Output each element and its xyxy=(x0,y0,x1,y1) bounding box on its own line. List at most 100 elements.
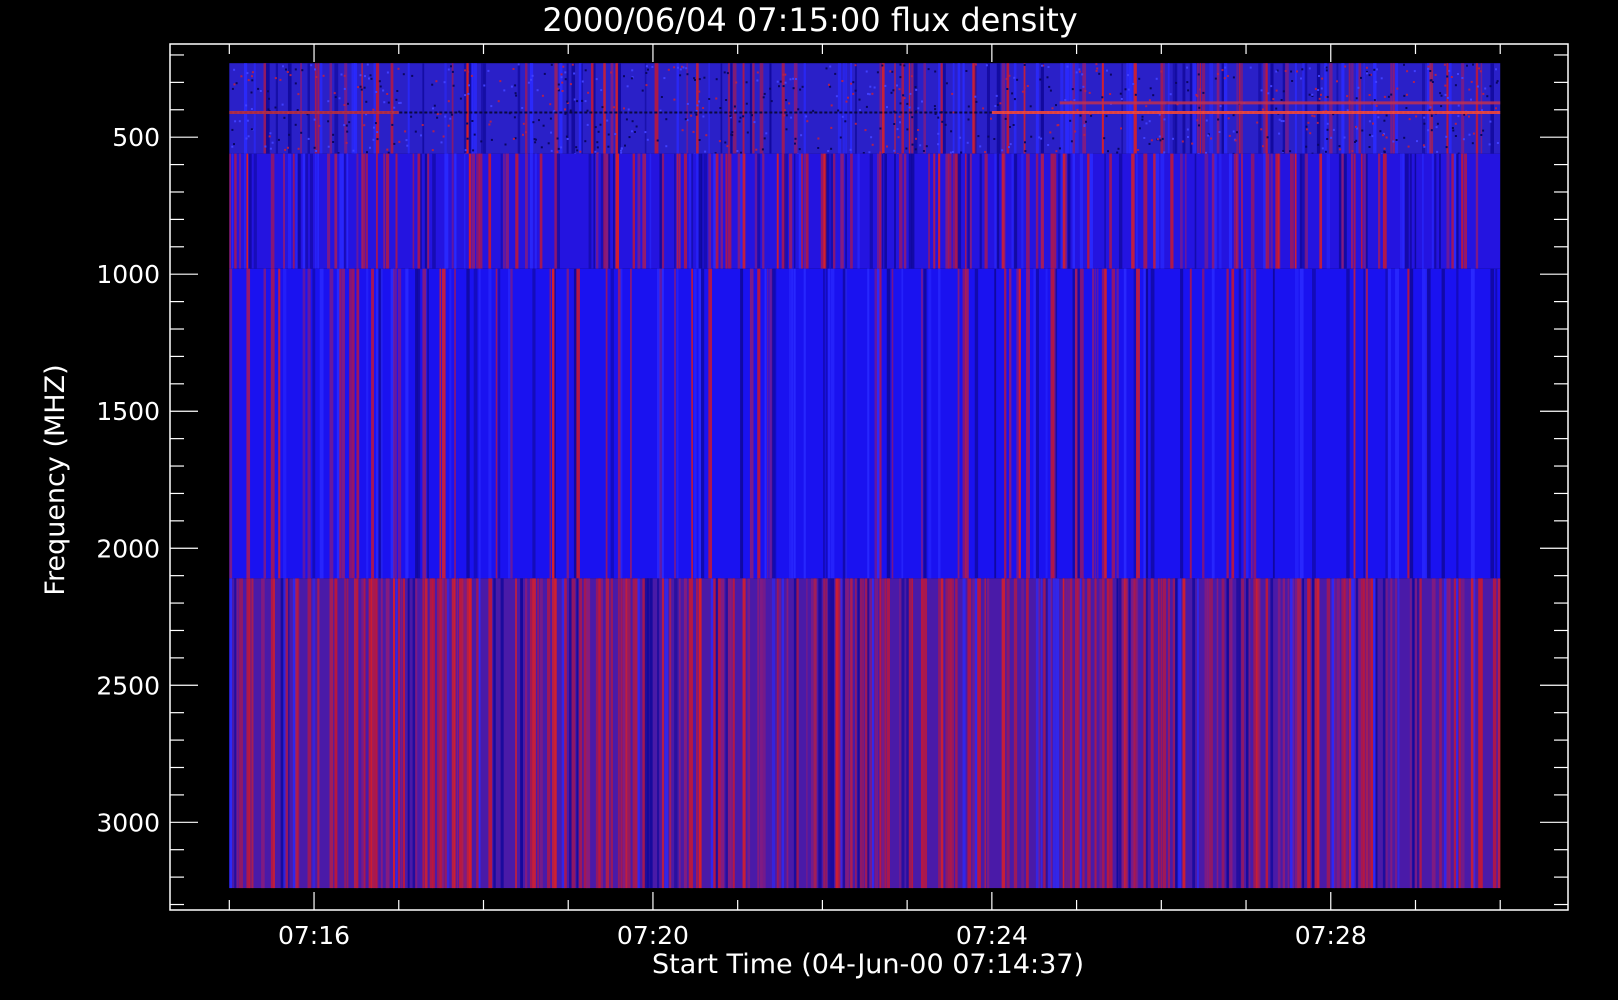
noise-speck xyxy=(399,101,402,104)
time-stripe xyxy=(466,268,470,579)
noise-speck xyxy=(473,133,476,136)
noise-speck xyxy=(279,78,282,81)
noise-speck xyxy=(1195,93,1198,96)
time-stripe xyxy=(617,268,621,579)
time-stripe xyxy=(380,268,383,579)
time-stripe xyxy=(1351,153,1353,269)
time-stripe xyxy=(493,578,496,889)
time-stripe xyxy=(1290,153,1293,269)
time-stripe xyxy=(1439,578,1442,889)
time-stripe xyxy=(1128,578,1131,889)
time-stripe xyxy=(649,578,653,889)
noise-speck xyxy=(1145,122,1148,125)
time-stripe xyxy=(1096,268,1099,579)
noise-speck xyxy=(560,76,563,79)
time-stripe xyxy=(661,153,665,269)
noise-speck xyxy=(332,141,335,143)
time-stripe xyxy=(1390,63,1393,154)
time-stripe xyxy=(351,268,355,579)
time-stripe xyxy=(754,153,758,269)
y-tick-label: 500 xyxy=(112,123,160,152)
noise-speck xyxy=(1368,120,1371,123)
time-stripe xyxy=(962,578,966,889)
time-stripe xyxy=(270,578,274,889)
time-stripe xyxy=(605,268,608,579)
noise-speck xyxy=(686,73,689,76)
noise-speck xyxy=(1445,135,1448,138)
noise-speck xyxy=(1472,132,1475,135)
time-stripe xyxy=(424,578,428,889)
noise-speck xyxy=(898,88,901,91)
noise-speck xyxy=(1489,120,1492,123)
noise-speck xyxy=(925,145,928,148)
time-stripe xyxy=(287,153,292,269)
noise-speck xyxy=(1338,148,1341,151)
time-stripe xyxy=(385,153,390,269)
time-stripe xyxy=(339,268,342,579)
time-stripe xyxy=(473,268,478,579)
noise-speck xyxy=(1196,119,1199,122)
time-stripe xyxy=(845,63,848,154)
noise-speck xyxy=(1489,85,1492,88)
noise-speck xyxy=(557,147,560,150)
noise-speck xyxy=(1075,71,1078,74)
time-stripe xyxy=(422,63,425,154)
time-stripe xyxy=(1334,578,1336,889)
noise-speck xyxy=(411,74,414,77)
noise-speck xyxy=(1308,93,1311,96)
noise-speck xyxy=(359,85,362,88)
noise-speck xyxy=(1423,122,1426,125)
time-stripe xyxy=(402,578,405,889)
time-stripe xyxy=(1341,63,1345,154)
noise-speck xyxy=(1446,75,1449,78)
time-stripe xyxy=(842,63,845,154)
time-stripe xyxy=(715,153,719,269)
noise-speck xyxy=(1107,150,1109,153)
time-stripe xyxy=(803,268,806,579)
time-stripe xyxy=(356,578,359,889)
noise-speck xyxy=(1403,136,1406,139)
noise-speck xyxy=(1338,145,1341,148)
time-stripe xyxy=(774,268,777,579)
time-stripe xyxy=(608,153,611,269)
noise-speck xyxy=(1038,136,1041,139)
noise-speck xyxy=(1387,95,1390,98)
time-stripe xyxy=(251,578,254,889)
time-stripe xyxy=(1243,268,1246,579)
time-stripe xyxy=(1312,578,1315,889)
time-stripe xyxy=(329,268,334,579)
noise-speck xyxy=(1406,70,1409,73)
noise-speck xyxy=(1029,105,1032,108)
time-stripe xyxy=(876,268,880,579)
time-stripe xyxy=(1238,63,1241,154)
noise-speck xyxy=(378,80,381,83)
time-stripe xyxy=(901,578,905,889)
time-stripe xyxy=(1422,153,1424,269)
noise-speck xyxy=(538,119,540,122)
noise-speck xyxy=(414,130,417,133)
noise-speck xyxy=(974,95,977,98)
noise-speck xyxy=(739,116,742,119)
time-stripe xyxy=(1065,578,1068,889)
time-stripe xyxy=(375,268,379,579)
time-stripe xyxy=(1395,578,1397,889)
noise-speck xyxy=(432,130,435,133)
noise-speck xyxy=(514,84,517,87)
noise-speck xyxy=(1202,91,1205,94)
noise-speck xyxy=(834,72,837,75)
noise-speck xyxy=(1284,70,1287,72)
noise-speck xyxy=(343,124,346,127)
noise-speck xyxy=(917,129,920,131)
noise-speck xyxy=(746,131,749,134)
noise-speck xyxy=(1355,139,1358,142)
time-stripe xyxy=(1023,63,1026,154)
time-stripe xyxy=(1409,578,1412,889)
frequency-band xyxy=(229,578,1501,889)
noise-speck xyxy=(733,105,736,108)
noise-speck xyxy=(624,144,626,147)
time-stripe xyxy=(1358,63,1362,154)
time-stripe xyxy=(610,63,614,154)
noise-speck xyxy=(594,126,597,129)
time-stripe xyxy=(571,578,576,889)
noise-speck xyxy=(763,137,766,140)
